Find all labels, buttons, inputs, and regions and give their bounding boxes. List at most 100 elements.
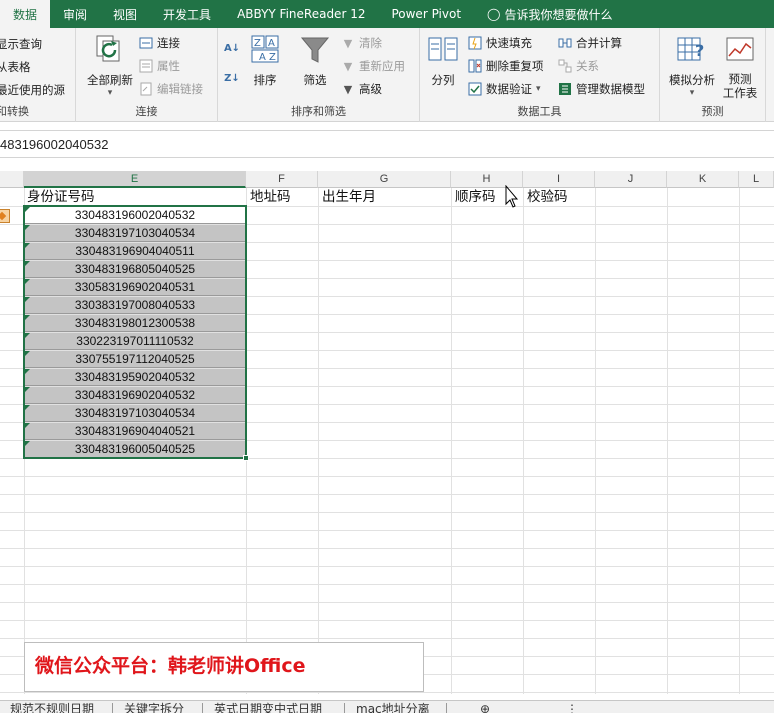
tab-developer[interactable]: 开发工具 <box>150 0 224 28</box>
sheet-tab-keyword-split[interactable]: 关键字拆分 <box>124 701 184 713</box>
column-header-i[interactable]: I <box>523 171 595 188</box>
remove-duplicates-icon <box>467 58 483 74</box>
column-header-k[interactable]: K <box>667 171 739 188</box>
reapply-button[interactable]: ▼ 重新应用 <box>340 56 405 76</box>
error-indicator-icon <box>24 225 30 231</box>
column-header-j[interactable]: J <box>595 171 667 188</box>
add-sheet-icon[interactable]: ⊕ <box>480 701 490 713</box>
column-header-l[interactable]: L <box>739 171 774 188</box>
tab-abbyy[interactable]: ABBYY FineReader 12 <box>224 0 378 28</box>
what-if-analysis-button[interactable]: ? 模拟分析 ▾ <box>664 34 720 98</box>
sheet-tab-date-convert[interactable]: 英式日期变中式日期 <box>214 701 322 713</box>
filter-button[interactable]: 筛选 <box>298 34 332 88</box>
connections-icon <box>138 35 154 51</box>
group-data-tools: 分列 快速填充 删除重复项 数据验证 ▾ 合并计算 关系 管理数据模型 数据工具 <box>420 28 660 122</box>
error-indicator-icon <box>24 297 30 303</box>
sheet-tab-mac-split[interactable]: mac地址分离 <box>356 701 430 713</box>
group-forecast: ? 模拟分析 ▾ 预测 工作表 预测 <box>660 28 766 122</box>
recent-sources-button[interactable]: 最近使用的源 <box>0 80 65 100</box>
table-row[interactable]: 330483197103040534 <box>24 405 246 422</box>
edit-links-icon <box>138 81 154 97</box>
show-queries-button[interactable]: 显示查询 <box>0 34 42 54</box>
table-row[interactable]: 330483196902040532 <box>24 387 246 404</box>
ribbon-tab-bar: 数据 审阅 视图 开发工具 ABBYY FineReader 12 Power … <box>0 0 774 28</box>
table-row[interactable]: 330223197011110532 <box>24 333 246 350</box>
watermark-banner: 微信公众平台：韩老师讲Office <box>24 642 424 692</box>
tell-me-box[interactable]: ◯ 告诉我你想要做什么 <box>474 0 625 28</box>
tab-review[interactable]: 审阅 <box>50 0 100 28</box>
table-row[interactable]: 330755197112040525 <box>24 351 246 368</box>
fill-handle[interactable] <box>243 455 249 461</box>
consolidate-button[interactable]: 合并计算 <box>557 33 622 53</box>
properties-button[interactable]: 属性 <box>138 56 180 76</box>
tab-view[interactable]: 视图 <box>100 0 150 28</box>
cell-h-header[interactable]: 顺序码 <box>455 188 496 206</box>
more-options-icon[interactable]: ⋮ <box>566 701 578 713</box>
gridline <box>667 188 668 694</box>
gridline <box>523 188 524 694</box>
error-indicator-icon <box>24 351 30 357</box>
table-row[interactable]: 330483196002040532 <box>24 207 246 224</box>
formula-bar: 483196002040532 <box>0 130 774 158</box>
cell-g-header[interactable]: 出生年月 <box>322 188 376 206</box>
manage-data-model-button[interactable]: 管理数据模型 <box>557 79 645 99</box>
forecast-sheet-button[interactable]: 预测 工作表 <box>720 34 760 100</box>
sort-ascending-icon: A↓ <box>223 42 241 54</box>
reapply-icon: ▼ <box>343 59 353 73</box>
spreadsheet-grid: E F G H I J K L 身份证号码 地址码 出生年月 顺序码 校验码 3… <box>0 171 774 694</box>
relationships-button[interactable]: 关系 <box>557 56 599 76</box>
gridline <box>0 512 774 513</box>
tab-data[interactable]: 数据 <box>0 0 51 28</box>
flash-fill-button[interactable]: 快速填充 <box>467 33 532 53</box>
connections-button[interactable]: 连接 <box>138 33 180 53</box>
sort-ascending-button[interactable]: A↓ <box>224 38 243 58</box>
remove-duplicates-button[interactable]: 删除重复项 <box>467 56 544 76</box>
table-row[interactable]: 330383197008040533 <box>24 297 246 314</box>
table-row[interactable]: 330483196005040525 <box>24 441 246 458</box>
gridline <box>0 584 774 585</box>
error-indicator-icon <box>24 207 30 213</box>
table-row[interactable]: 330483196904040521 <box>24 423 246 440</box>
tell-me-text: 告诉我你想要做什么 <box>504 7 613 22</box>
properties-icon <box>138 58 154 74</box>
error-warning-icon[interactable] <box>0 209 10 223</box>
gridline <box>0 458 774 459</box>
clear-filter-icon: ▼ <box>343 36 353 50</box>
from-table-button[interactable]: 从表格 <box>0 57 31 77</box>
table-row[interactable]: 330483196904040511 <box>24 243 246 260</box>
sort-descending-button[interactable]: Z↓ <box>224 68 243 88</box>
column-header-blank <box>0 171 24 188</box>
table-row[interactable]: 330483197103040534 <box>24 225 246 242</box>
advanced-filter-button[interactable]: ▼ 高级 <box>340 79 382 99</box>
formula-input[interactable]: 483196002040532 <box>0 137 108 152</box>
column-header-e[interactable]: E <box>24 171 246 188</box>
cell-e-header[interactable]: 身份证号码 <box>27 188 95 206</box>
sort-button[interactable]: Z A A Z 排序 <box>248 34 282 88</box>
tab-power-pivot[interactable]: Power Pivot <box>378 0 474 28</box>
column-header-f[interactable]: F <box>246 171 318 188</box>
table-row[interactable]: 330583196902040531 <box>24 279 246 296</box>
data-validation-button[interactable]: 数据验证 ▾ <box>467 79 541 99</box>
table-row[interactable]: 330483195902040532 <box>24 369 246 386</box>
error-indicator-icon <box>24 243 30 249</box>
cell-f-header[interactable]: 地址码 <box>250 188 291 206</box>
sheet-tab-dates[interactable]: 规范不规则日期 <box>10 701 94 713</box>
gridline <box>0 638 774 639</box>
error-indicator-icon <box>24 333 30 339</box>
edit-links-button[interactable]: 编辑链接 <box>138 79 203 99</box>
table-row[interactable]: 330483196805040525 <box>24 261 246 278</box>
tab-separator <box>446 703 447 713</box>
advanced-filter-icon: ▼ <box>343 82 353 96</box>
svg-text:A Z: A Z <box>259 52 276 63</box>
text-to-columns-button[interactable]: 分列 <box>426 34 460 88</box>
group-label-connections: 连接 <box>135 105 158 118</box>
group-label-forecast: 预测 <box>701 105 724 118</box>
table-row[interactable]: 330483198012300538 <box>24 315 246 332</box>
svg-text:?: ? <box>695 41 704 60</box>
column-header-g[interactable]: G <box>318 171 451 188</box>
consolidate-icon <box>557 35 573 51</box>
data-model-icon <box>557 81 573 97</box>
cell-i-header[interactable]: 校验码 <box>527 188 568 206</box>
clear-filter-button[interactable]: ▼ 清除 <box>340 33 382 53</box>
refresh-all-button[interactable]: 全部刷新 ▾ <box>84 34 136 98</box>
